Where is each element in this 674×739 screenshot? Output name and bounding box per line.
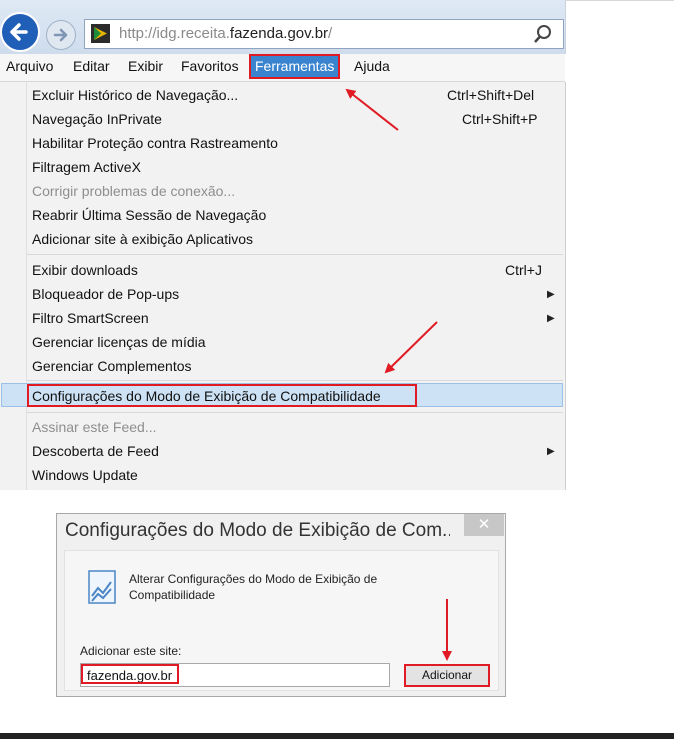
url-suffix: / bbox=[328, 25, 333, 42]
menu-item-view-downloads[interactable]: Exibir downloads bbox=[32, 262, 138, 278]
menu-ferramentas[interactable]: Ferramentas bbox=[248, 54, 341, 79]
menu-item-manage-addons[interactable]: Gerenciar Complementos bbox=[32, 358, 192, 374]
browser-window: http://idg.receita.fazenda.gov.br/ Arqui… bbox=[0, 0, 566, 490]
forward-arrow-icon bbox=[53, 28, 68, 42]
chevron-right-icon: ▶ bbox=[547, 446, 555, 457]
menu-item-media-licenses[interactable]: Gerenciar licenças de mídia bbox=[32, 334, 206, 350]
menu-exibir[interactable]: Exibir bbox=[128, 58, 163, 74]
shortcut-delete-history: Ctrl+Shift+Del bbox=[447, 87, 535, 103]
site-input-annotation-box bbox=[81, 664, 179, 684]
menu-separator bbox=[27, 412, 563, 413]
menu-item-smartscreen[interactable]: Filtro SmartScreen bbox=[32, 310, 149, 326]
dialog-close-button[interactable]: ✕ bbox=[464, 514, 504, 536]
menu-ajuda[interactable]: Ajuda bbox=[354, 58, 390, 74]
menu-item-reopen-session[interactable]: Reabrir Última Sessão de Navegação bbox=[32, 207, 266, 223]
url-domain: fazenda.gov.br bbox=[229, 25, 329, 42]
chevron-right-icon: ▶ bbox=[547, 313, 555, 324]
menu-item-feed-discovery[interactable]: Descoberta de Feed bbox=[32, 443, 159, 459]
compat-view-annotation-box bbox=[27, 384, 417, 407]
menu-item-inprivate[interactable]: Navegação InPrivate bbox=[32, 111, 162, 127]
menu-item-add-site-apps[interactable]: Adicionar site à exibição Aplicativos bbox=[32, 231, 253, 247]
shortcut-inprivate: Ctrl+Shift+P bbox=[462, 111, 538, 127]
chevron-right-icon: ▶ bbox=[547, 289, 555, 300]
menu-bar: Arquivo Editar Exibir Favoritos Ferramen… bbox=[0, 54, 565, 82]
shortcut-view-downloads: Ctrl+J bbox=[505, 262, 542, 278]
add-site-label: Adicionar este site: bbox=[80, 644, 182, 658]
page-divider bbox=[565, 0, 674, 1]
address-bar[interactable]: http://idg.receita.fazenda.gov.br/ bbox=[84, 19, 564, 49]
menu-item-tracking-protection[interactable]: Habilitar Proteção contra Rastreamento bbox=[32, 135, 278, 151]
site-favicon-icon bbox=[91, 24, 110, 43]
navigation-toolbar: http://idg.receita.fazenda.gov.br/ bbox=[0, 0, 566, 54]
menu-item-fix-connection: Corrigir problemas de conexão... bbox=[32, 183, 236, 199]
back-arrow-icon bbox=[10, 23, 28, 41]
forward-button[interactable] bbox=[46, 20, 76, 50]
close-icon: ✕ bbox=[477, 516, 491, 533]
menu-item-popup-blocker[interactable]: Bloqueador de Pop-ups bbox=[32, 286, 179, 302]
add-button[interactable]: Adicionar bbox=[404, 664, 490, 687]
compat-view-icon bbox=[87, 569, 117, 610]
menu-item-activex-filtering[interactable]: Filtragem ActiveX bbox=[32, 159, 141, 175]
address-url[interactable]: http://idg.receita.fazenda.gov.br/ bbox=[119, 25, 332, 42]
search-icon[interactable] bbox=[533, 24, 553, 49]
back-button[interactable] bbox=[0, 12, 40, 52]
menu-gutter bbox=[26, 82, 27, 490]
dialog-description: Alterar Configurações do Modo de Exibiçã… bbox=[129, 572, 378, 602]
menu-item-subscribe-feed: Assinar este Feed... bbox=[32, 419, 157, 435]
menu-favoritos[interactable]: Favoritos bbox=[181, 58, 239, 74]
url-prefix: http://idg.receita. bbox=[119, 25, 230, 42]
bottom-bar bbox=[0, 733, 674, 739]
menu-item-windows-update[interactable]: Windows Update bbox=[32, 467, 138, 483]
menu-arquivo[interactable]: Arquivo bbox=[6, 58, 53, 74]
menu-item-delete-history[interactable]: Excluir Histórico de Navegação... bbox=[32, 87, 238, 103]
compat-view-dialog: Configurações do Modo de Exibição de Com… bbox=[56, 513, 506, 697]
menu-editar[interactable]: Editar bbox=[73, 58, 110, 74]
dialog-content: Alterar Configurações do Modo de Exibiçã… bbox=[64, 550, 499, 691]
menu-separator bbox=[27, 254, 563, 255]
dialog-title: Configurações do Modo de Exibição de Com… bbox=[65, 520, 450, 541]
tools-dropdown-menu: Excluir Histórico de Navegação... Ctrl+S… bbox=[0, 82, 566, 490]
menu-separator bbox=[27, 380, 563, 381]
